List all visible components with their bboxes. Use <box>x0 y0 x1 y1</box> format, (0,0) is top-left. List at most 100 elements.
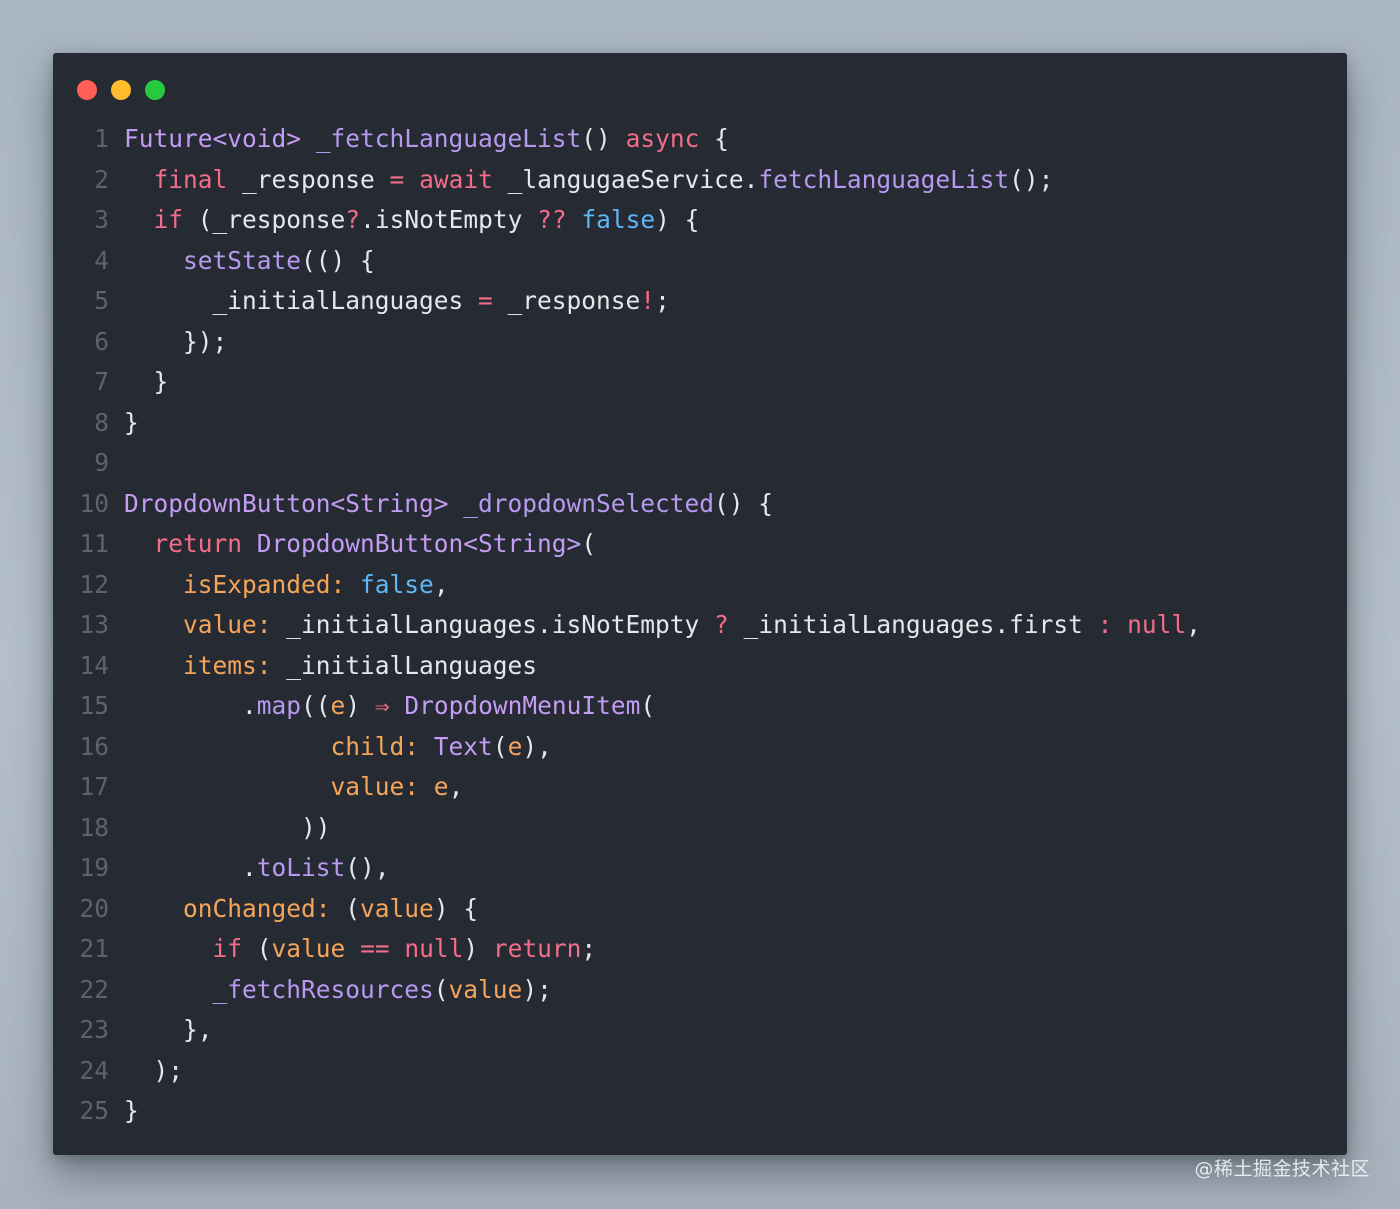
code-text: _initialLanguages = _response!; <box>124 281 670 322</box>
watermark: @稀土掘金技术社区 <box>1194 1158 1370 1180</box>
code-token: (); <box>1009 164 1054 194</box>
maximize-button[interactable] <box>145 80 165 100</box>
code-token: == <box>360 934 390 963</box>
code-token: . <box>124 853 257 882</box>
code-token: fetchLanguageList <box>758 164 1010 194</box>
line-number: 23 <box>79 1015 109 1044</box>
code-line: 12 isExpanded: false, <box>53 565 1347 606</box>
line-number: 19 <box>79 853 109 882</box>
code-text: } <box>124 1091 139 1132</box>
code-token: _response <box>227 164 390 194</box>
code-token: onChanged: <box>183 893 331 923</box>
minimize-button[interactable] <box>111 80 131 100</box>
code-token: return <box>492 934 582 963</box>
code-token: await <box>419 164 493 194</box>
code-token: _initialLanguages <box>271 650 538 680</box>
code-token: child: <box>330 731 420 761</box>
code-token: value: <box>183 610 272 639</box>
code-text: DropdownButton<String> _dropdownSelected… <box>124 484 773 525</box>
code-text: if (value == null) return; <box>124 929 597 970</box>
code-line: 21 if (value == null) return; <box>53 929 1347 970</box>
line-number: 20 <box>79 893 109 923</box>
code-token: value <box>360 893 434 923</box>
code-token: (), <box>345 853 390 882</box>
code-token: { <box>699 124 729 153</box>
line-number: 21 <box>79 934 109 963</box>
line-number: 17 <box>79 772 109 801</box>
code-token: () { <box>714 488 774 518</box>
code-window: 1 Future<void> _fetchLanguageList() async… <box>53 53 1347 1155</box>
code-token: ( <box>581 529 597 558</box>
code-token: ⇒ <box>374 691 390 720</box>
code-line: 13 value: _initialLanguages.isNotEmpty ?… <box>53 605 1347 646</box>
code-token: value <box>271 934 346 963</box>
code-token: } <box>124 407 139 437</box>
line-number: 5 <box>94 286 109 315</box>
line-number: 12 <box>79 569 109 599</box>
code-token: ( <box>242 934 272 963</box>
code-token: e <box>433 772 449 801</box>
code-line: 2 final _response = await _langugaeServi… <box>53 160 1347 201</box>
code-line: 17 value: e, <box>53 767 1347 808</box>
code-token: ( <box>492 731 508 761</box>
code-text: return DropdownButton<String>( <box>124 524 597 565</box>
line-number: 3 <box>94 205 109 234</box>
code-token: ?? <box>537 205 567 234</box>
code-token: () <box>581 124 626 153</box>
code-line: 18 )) <box>53 808 1347 849</box>
line-number: 1 <box>94 124 109 153</box>
code-token: false <box>360 569 434 599</box>
code-line: 7 } <box>53 362 1347 403</box>
code-token: , <box>448 772 464 801</box>
code-line: 8} <box>53 403 1347 444</box>
code-token: null <box>404 934 464 963</box>
code-token: ! <box>640 286 656 315</box>
line-number: 13 <box>79 610 109 639</box>
line-number: 6 <box>94 326 109 356</box>
code-token: value <box>448 974 523 1004</box>
code-token: = <box>478 286 493 315</box>
code-token: isExpanded: <box>183 569 346 599</box>
code-text: } <box>124 362 169 403</box>
line-number: 24 <box>79 1055 109 1085</box>
window-controls <box>77 80 165 100</box>
line-number: 7 <box>94 367 109 396</box>
code-token: ( <box>433 974 449 1004</box>
code-text: child: Text(e), <box>124 727 552 768</box>
close-button[interactable] <box>77 80 97 100</box>
code-line: 24 ); <box>53 1051 1347 1092</box>
code-token: ), <box>522 731 552 761</box>
code-token: = <box>389 164 405 194</box>
code-token: _initialLanguages <box>124 286 479 315</box>
code-line: 9 <box>53 443 1347 484</box>
code-token: ) { <box>433 893 479 923</box>
line-number: 10 <box>79 488 109 518</box>
code-text: value: _initialLanguages.isNotEmpty ? _i… <box>124 605 1201 646</box>
code-line: 25} <box>53 1091 1347 1132</box>
line-number: 15 <box>79 691 109 720</box>
line-number: 8 <box>94 407 109 437</box>
code-token: toList <box>256 853 346 882</box>
code-line: 15 .map((e) ⇒ DropdownMenuItem( <box>53 686 1347 727</box>
code-token: ; <box>655 286 670 315</box>
line-number: 4 <box>94 245 109 275</box>
code-token: ( <box>640 691 656 720</box>
code-token: }, <box>124 1015 213 1044</box>
